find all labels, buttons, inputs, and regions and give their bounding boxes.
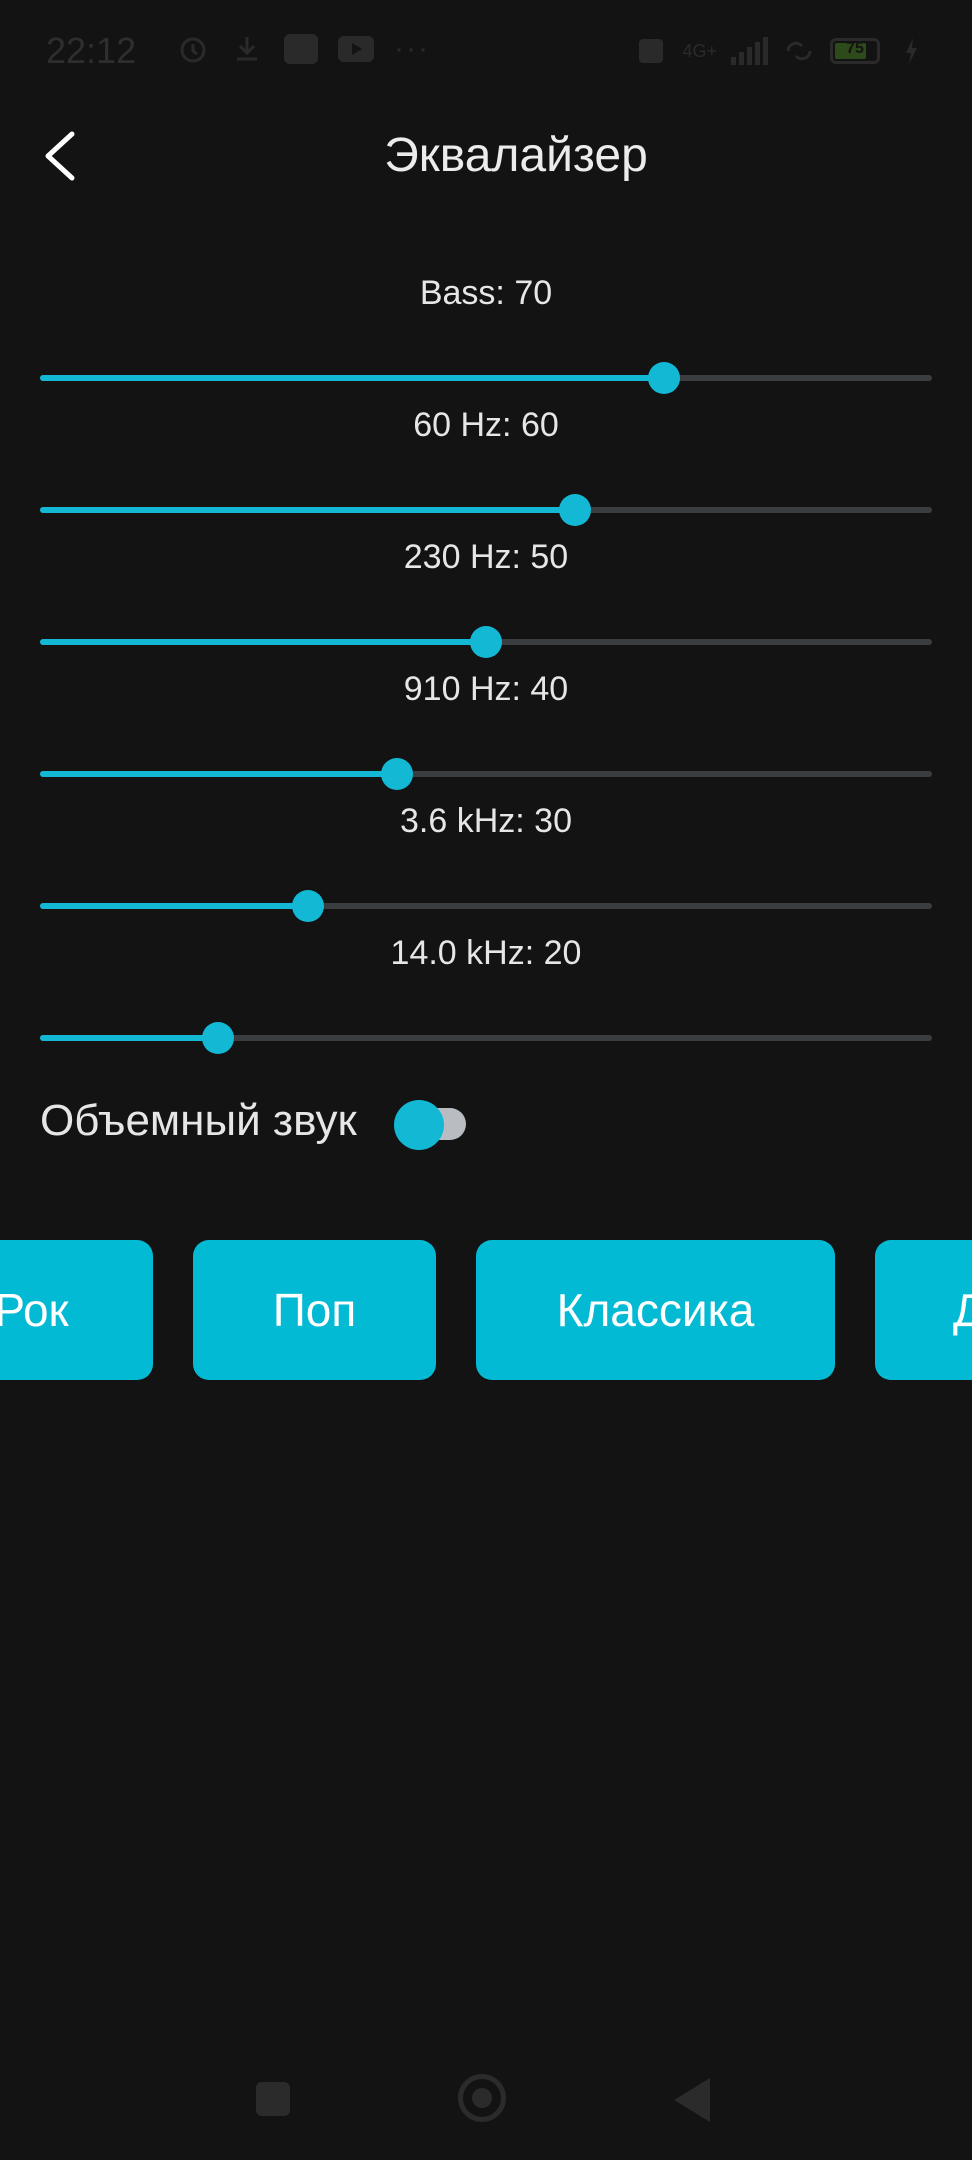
- slider-3-6khz[interactable]: [40, 886, 932, 926]
- recent-apps-icon[interactable]: [256, 2082, 290, 2116]
- band-label-bass: Bass: 70: [419, 274, 553, 312]
- slider-14khz[interactable]: [40, 1018, 932, 1058]
- surround-sound-toggle[interactable]: [394, 1100, 474, 1150]
- slider-fill: [40, 903, 308, 909]
- preset-pop-label: Поп: [272, 1284, 357, 1336]
- band-label-14khz: 14.0 kHz: 20: [390, 934, 582, 972]
- battery-level-text: 75: [846, 40, 864, 57]
- slider-60hz[interactable]: [40, 490, 932, 530]
- status-bar: 22:12 ··· 4G+ 75: [0, 0, 972, 104]
- preset-classic-button[interactable]: Классика: [476, 1240, 835, 1380]
- wb-app-icon: [284, 34, 318, 64]
- band-label-3-6khz: 3.6 kHz: 30: [400, 802, 572, 840]
- status-system-icons: 4G+ 75: [634, 34, 928, 68]
- slider-fill: [40, 771, 397, 777]
- status-notification-icons: ···: [176, 32, 430, 66]
- preset-rock-label: Рок: [0, 1284, 69, 1336]
- back-triangle-icon[interactable]: [674, 2078, 710, 2122]
- slider-thumb[interactable]: [202, 1022, 235, 1054]
- preset-next-button[interactable]: Д: [875, 1240, 972, 1380]
- more-notifications-icon: ···: [394, 32, 430, 65]
- slider-fill: [40, 639, 486, 645]
- band-label-230hz: 230 Hz: 50: [403, 538, 569, 576]
- band-label-910hz: 910 Hz: 40: [403, 670, 569, 708]
- preset-buttons-row[interactable]: Рок Поп Классика Д: [0, 1240, 972, 1380]
- slider-910hz[interactable]: [40, 754, 932, 794]
- charging-icon: [894, 34, 928, 68]
- preset-classic-label: Классика: [556, 1284, 755, 1336]
- page-title: Эквалайзер: [384, 129, 648, 182]
- slider-230hz[interactable]: [40, 622, 932, 662]
- system-navigation-bar: [0, 2040, 972, 2160]
- battery-icon: 75: [830, 38, 880, 64]
- network-type-label: 4G+: [682, 40, 717, 61]
- slider-thumb[interactable]: [648, 362, 681, 394]
- preset-rock-button[interactable]: Рок: [0, 1240, 153, 1380]
- download-icon: [230, 32, 264, 66]
- hotspot-icon: [782, 34, 816, 68]
- preset-next-label: Д: [953, 1284, 972, 1336]
- toggle-thumb: [394, 1100, 444, 1150]
- home-icon[interactable]: [458, 2074, 506, 2122]
- sim-icon: [634, 34, 668, 68]
- signal-icon: [731, 37, 768, 65]
- preset-pop-button[interactable]: Поп: [193, 1240, 436, 1380]
- band-label-60hz: 60 Hz: 60: [413, 406, 559, 444]
- alarm-icon: [176, 32, 210, 66]
- surround-sound-label: Объемный звук: [40, 1096, 357, 1145]
- slider-thumb[interactable]: [559, 494, 592, 526]
- slider-fill: [40, 375, 665, 381]
- slider-thumb[interactable]: [380, 758, 413, 790]
- slider-fill: [40, 507, 576, 513]
- slider-thumb[interactable]: [291, 890, 324, 922]
- status-time: 22:12: [46, 30, 137, 71]
- slider-bass[interactable]: [40, 358, 932, 398]
- youtube-icon: [338, 36, 374, 62]
- slider-thumb[interactable]: [470, 626, 502, 658]
- slider-fill: [40, 1035, 219, 1041]
